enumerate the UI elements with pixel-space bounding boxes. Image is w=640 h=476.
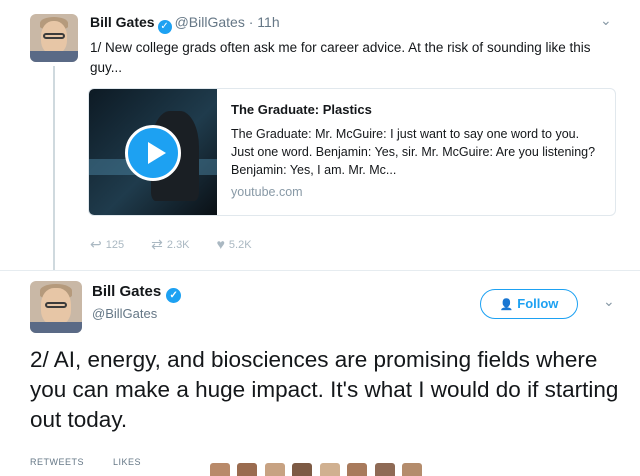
retweets-label[interactable]: RETWEETS xyxy=(30,457,84,467)
chevron-down-icon[interactable]: ⌄ xyxy=(600,12,612,29)
liker-avatar[interactable] xyxy=(237,463,258,476)
follow-label: Follow xyxy=(517,296,559,311)
link-card[interactable]: The Graduate: Plastics The Graduate: Mr.… xyxy=(88,88,616,216)
like-button[interactable]: ♥ 5.2K xyxy=(217,236,252,252)
chevron-down-icon[interactable]: ⌄ xyxy=(603,293,615,310)
liker-avatar[interactable] xyxy=(292,463,313,476)
card-title: The Graduate: Plastics xyxy=(231,102,372,117)
play-icon[interactable] xyxy=(125,125,181,181)
reply-icon: ↩ xyxy=(90,236,102,252)
avatar[interactable] xyxy=(30,281,82,333)
author-handle[interactable]: @BillGates xyxy=(175,14,245,30)
liker-avatar[interactable] xyxy=(319,463,340,476)
tweet-header: Bill Gates ✓ @BillGates · 11h xyxy=(90,14,280,34)
author-name[interactable]: Bill Gates xyxy=(90,14,155,30)
retweet-count: 2.3K xyxy=(166,239,190,251)
author-name[interactable]: Bill Gates ✓ xyxy=(92,283,184,303)
liker-avatar[interactable] xyxy=(347,463,368,476)
retweet-icon: ⇄ xyxy=(151,236,163,252)
likes-label[interactable]: LIKES xyxy=(113,457,141,467)
verified-badge-icon: ✓ xyxy=(157,20,172,34)
retweet-button[interactable]: ⇄ 2.3K xyxy=(151,236,189,253)
tweet-text: 2/ AI, energy, and biosciences are promi… xyxy=(30,347,619,432)
reply-count: 125 xyxy=(105,239,125,251)
author-name-text[interactable]: Bill Gates xyxy=(92,283,161,300)
tweet-actions: ↩ 125 ⇄ 2.3K ♥ 5.2K xyxy=(90,236,276,253)
card-description: The Graduate: Mr. McGuire: I just want t… xyxy=(231,127,596,177)
follow-button[interactable]: 👤 Follow xyxy=(480,289,578,319)
liker-avatar[interactable] xyxy=(264,463,285,476)
tweet-2: Bill Gates ✓ @BillGates 👤 Follow ⌄ 2/ AI, … xyxy=(0,270,640,476)
liker-avatar[interactable] xyxy=(210,463,230,476)
liker-avatar[interactable] xyxy=(374,463,395,476)
tweet-text: 1/ New college grads often ask me for ca… xyxy=(90,40,591,75)
tweet-timestamp[interactable]: 11h xyxy=(257,14,279,30)
verified-badge-icon: ✓ xyxy=(166,288,182,303)
liker-avatars xyxy=(210,463,425,476)
video-thumbnail[interactable] xyxy=(89,89,217,215)
avatar[interactable] xyxy=(30,14,78,62)
author-handle[interactable]: @BillGates xyxy=(92,306,157,321)
like-count: 5.2K xyxy=(228,239,252,251)
thread-connector-line xyxy=(53,66,55,270)
card-domain: youtube.com xyxy=(231,185,303,199)
liker-avatar[interactable] xyxy=(402,463,423,476)
tweet-1: Bill Gates ✓ @BillGates · 11h ⌄ 1/ New col… xyxy=(0,0,640,270)
add-user-icon: 👤 xyxy=(499,299,514,311)
tweet-stats: RETWEETS LIKES xyxy=(30,457,167,467)
heart-icon: ♥ xyxy=(216,236,225,252)
reply-button[interactable]: ↩ 125 xyxy=(90,236,124,253)
